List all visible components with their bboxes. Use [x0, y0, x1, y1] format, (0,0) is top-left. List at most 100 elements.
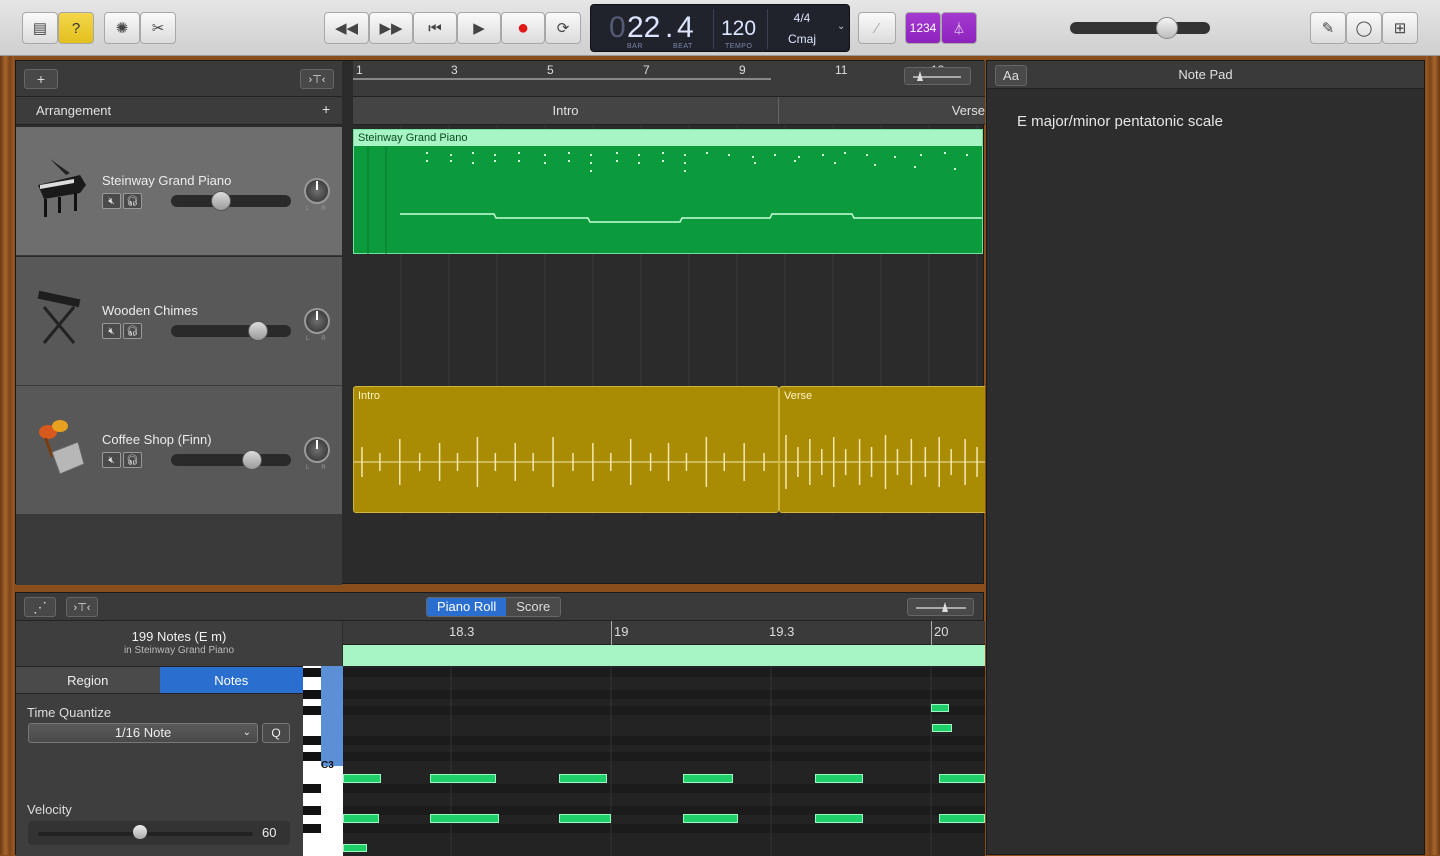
- arrangement-row[interactable]: Arrangement +: [16, 97, 342, 125]
- mute-icon[interactable]: 🔇︎: [102, 452, 121, 468]
- volume-knob[interactable]: [248, 321, 268, 341]
- help-icon[interactable]: ?: [58, 12, 94, 44]
- midi-note[interactable]: [939, 774, 985, 783]
- volume-knob[interactable]: [211, 191, 231, 211]
- add-track-button[interactable]: +: [24, 69, 58, 89]
- region-name: Verse: [784, 390, 813, 402]
- midi-note[interactable]: [931, 704, 949, 712]
- editor-zoom-slider[interactable]: [907, 598, 974, 616]
- headphones-icon[interactable]: 🎧︎: [123, 323, 142, 339]
- tracks-header: + ›⊤‹: [16, 61, 342, 97]
- font-button[interactable]: Aa: [995, 65, 1027, 86]
- midi-note[interactable]: [343, 814, 379, 823]
- lcd-display[interactable]: 0 22 . 4 BAR BEAT 120 TEMPO 4/4 Cmaj ⌄: [590, 4, 850, 52]
- midi-note[interactable]: [559, 774, 607, 783]
- velocity-knob[interactable]: [133, 825, 147, 839]
- zoom-slider[interactable]: [904, 67, 971, 85]
- play-button[interactable]: ▶: [457, 12, 501, 44]
- ruler-number: 19.3: [769, 624, 795, 639]
- volume-slider[interactable]: [171, 325, 291, 337]
- piano-roll-ruler[interactable]: 18.3 19 19.3 20: [343, 621, 985, 645]
- region-drummer-verse[interactable]: Verse: [779, 386, 985, 513]
- piano-roll-grid[interactable]: [343, 666, 985, 856]
- track-header-chimes[interactable]: Wooden Chimes 🔇︎ 🎧︎ LR: [16, 257, 342, 386]
- region-drummer-intro[interactable]: Intro: [353, 386, 779, 513]
- region-piano[interactable]: Steinway Grand Piano: [353, 129, 983, 254]
- pan-knob[interactable]: [304, 308, 330, 334]
- ruler-number: 9: [739, 63, 746, 77]
- scissors-icon[interactable]: ✂: [140, 12, 176, 44]
- grand-piano-icon: [38, 159, 86, 217]
- tab-notes[interactable]: Notes: [159, 667, 303, 693]
- go-to-beginning-button[interactable]: ⏮: [413, 12, 457, 44]
- catch-icon[interactable]: ›⊤‹: [300, 69, 334, 89]
- midi-note[interactable]: [939, 814, 985, 823]
- lcd-key: Cmaj: [787, 32, 816, 46]
- fast-forward-button[interactable]: ▶▶: [369, 12, 413, 44]
- automation-icon[interactable]: ⋰: [24, 597, 56, 617]
- volume-slider[interactable]: [171, 195, 291, 207]
- midi-note[interactable]: [430, 814, 499, 823]
- note-count: 199 Notes (E m): [131, 629, 227, 644]
- note-pad-title: Note Pad: [1178, 67, 1233, 82]
- volume-knob[interactable]: [242, 450, 262, 470]
- smart-controls-icon[interactable]: ✺: [104, 12, 140, 44]
- track-header-piano[interactable]: Steinway Grand Piano 🔇︎ 🎧︎ LR: [16, 127, 342, 256]
- quantize-select[interactable]: 1/16 Note ⌄: [28, 723, 258, 743]
- note-pad-text[interactable]: E major/minor pentatonic scale: [1017, 113, 1223, 130]
- midi-note[interactable]: [559, 814, 611, 823]
- midi-note[interactable]: [343, 774, 381, 783]
- pan-knob[interactable]: [304, 437, 330, 463]
- add-marker-button[interactable]: +: [322, 101, 330, 117]
- wood-panel-left: [0, 56, 14, 855]
- midi-note[interactable]: [932, 724, 952, 732]
- tab-region[interactable]: Region: [16, 667, 160, 693]
- lcd-bar-label: BAR: [627, 43, 643, 50]
- cycle-icon[interactable]: ⟳: [545, 12, 581, 44]
- ruler-number: 7: [643, 63, 650, 77]
- arrangement-marker-verse[interactable]: Verse: [779, 97, 985, 124]
- pan-knob[interactable]: [304, 178, 330, 204]
- piano-keyboard[interactable]: C3: [303, 666, 343, 856]
- ruler-number: 18.3: [449, 624, 475, 639]
- headphones-icon[interactable]: 🎧︎: [123, 193, 142, 209]
- quantize-button[interactable]: Q: [262, 723, 290, 743]
- percussion-icon: [39, 420, 85, 475]
- headphones-icon[interactable]: 🎧︎: [123, 452, 142, 468]
- chevron-down-icon[interactable]: ⌄: [837, 21, 845, 32]
- mute-icon[interactable]: 🔇︎: [102, 193, 121, 209]
- record-button[interactable]: ●: [501, 12, 545, 44]
- midi-note[interactable]: [343, 844, 367, 852]
- midi-note[interactable]: [815, 774, 863, 783]
- midi-note[interactable]: [683, 814, 738, 823]
- metronome-icon[interactable]: ⏃: [941, 12, 977, 44]
- loop-browser-icon[interactable]: ◯: [1346, 12, 1382, 44]
- rewind-button[interactable]: ◀◀: [324, 12, 369, 44]
- bar-ruler[interactable]: 1 3 5 7 9 11 13: [353, 61, 985, 97]
- tab-piano-roll[interactable]: Piano Roll: [427, 598, 507, 616]
- arrangement-marker-intro[interactable]: Intro: [353, 97, 779, 124]
- midi-note[interactable]: [815, 814, 863, 823]
- tab-score[interactable]: Score: [506, 598, 561, 616]
- mute-icon[interactable]: 🔇︎: [102, 323, 121, 339]
- count-in-button[interactable]: 1234: [905, 12, 941, 44]
- ruler-number: 20: [934, 624, 949, 639]
- midi-note[interactable]: [430, 774, 496, 783]
- track-header-drummer[interactable]: Coffee Shop (Finn) 🔇︎ 🎧︎ LR: [16, 386, 342, 515]
- midi-note[interactable]: [683, 774, 733, 783]
- master-volume-knob[interactable]: [1156, 17, 1178, 39]
- library-icon[interactable]: ▤: [22, 12, 58, 44]
- tracks-area: + ›⊤‹ Arrangement + Steinway Grand Piano…: [15, 60, 985, 585]
- time-quantize-label: Time Quantize: [27, 705, 112, 720]
- pan-lr: LR: [306, 206, 338, 212]
- volume-slider[interactable]: [171, 454, 291, 466]
- notepad-icon[interactable]: ✎: [1310, 12, 1346, 44]
- arrangement-lane: Intro Verse: [353, 97, 985, 125]
- piano-roll-region-bar[interactable]: [343, 645, 985, 666]
- tuner-icon[interactable]: ⁄: [858, 12, 896, 44]
- media-browser-icon[interactable]: ⊞: [1382, 12, 1418, 44]
- catch-icon[interactable]: ›⊤‹: [66, 597, 98, 617]
- master-volume-slider[interactable]: [1070, 22, 1210, 34]
- region-name: Intro: [358, 390, 381, 402]
- midi-notes: [367, 146, 982, 254]
